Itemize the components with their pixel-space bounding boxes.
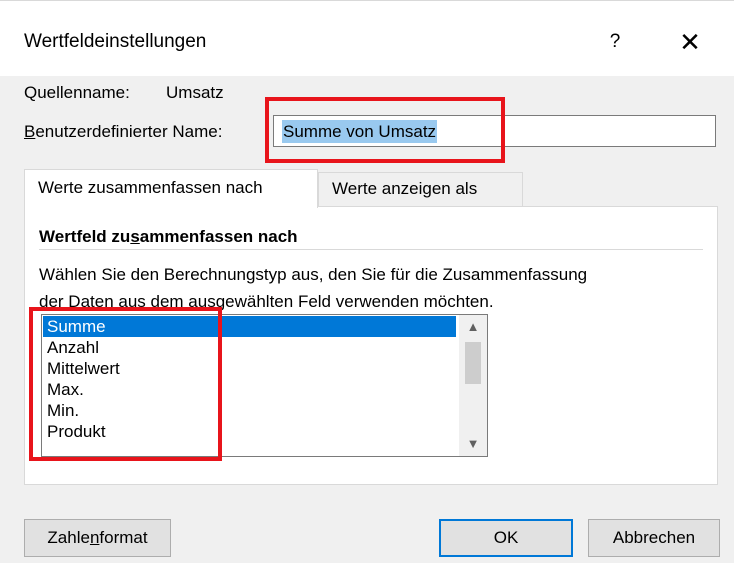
list-item-produkt[interactable]: Produkt	[43, 421, 456, 442]
help-button[interactable]: ?	[600, 25, 630, 59]
section-divider	[39, 249, 703, 250]
list-scrollbar[interactable]: ▲ ▼	[459, 315, 487, 456]
number-format-accesskey: n	[89, 528, 100, 547]
section-title-part1: Wertfeld zu	[39, 227, 131, 246]
list-item-max[interactable]: Max.	[43, 379, 456, 400]
list-item-anzahl[interactable]: Anzahl	[43, 337, 456, 358]
tab-summarize-by[interactable]: Werte zusammenfassen nach	[24, 169, 318, 208]
custom-name-value: Summe von Umsatz	[282, 120, 438, 143]
list-item-mittelwert[interactable]: Mittelwert	[43, 358, 456, 379]
list-item-summe[interactable]: Summe	[43, 316, 456, 337]
source-name-value: Umsatz	[166, 83, 224, 102]
section-title-accesskey: s	[130, 227, 140, 246]
custom-name-label: Benutzerdefinierter Name:	[24, 122, 222, 142]
dialog-title: Wertfeldeinstellungen	[24, 31, 207, 52]
description-line-1: Wählen Sie den Berechnungstyp aus, den S…	[39, 265, 588, 284]
section-title: Wertfeld zusammenfassen nach	[39, 227, 298, 247]
number-format-button[interactable]: Zahlenformat	[24, 519, 171, 557]
cancel-button[interactable]: Abbrechen	[588, 519, 720, 557]
tab-show-values-as[interactable]: Werte anzeigen als	[318, 172, 523, 206]
dialog-titlebar: Wertfeldeinstellungen ? ✕	[0, 0, 734, 76]
number-format-label-part2: format	[99, 528, 148, 547]
source-name-label: Quellenname:	[24, 83, 130, 102]
custom-name-input[interactable]: Summe von Umsatz	[273, 115, 716, 147]
tab-panel: Wertfeld zusammenfassen nach Wählen Sie …	[24, 206, 718, 485]
section-title-part2: ammenfassen nach	[139, 227, 298, 246]
calculation-type-list[interactable]: Summe Anzahl Mittelwert Max. Min. Produk…	[41, 314, 488, 457]
list-item-min[interactable]: Min.	[43, 400, 456, 421]
number-format-label-part1: Zahle	[47, 528, 90, 547]
scroll-up-icon[interactable]: ▲	[459, 315, 487, 339]
section-description: Wählen Sie den Berechnungstyp aus, den S…	[39, 261, 709, 315]
close-icon[interactable]: ✕	[670, 25, 710, 59]
custom-name-label-accesskey: B	[24, 122, 36, 141]
scroll-thumb[interactable]	[465, 342, 481, 384]
ok-button[interactable]: OK	[439, 519, 573, 557]
description-line-2: der Daten aus dem ausgewählten Feld verw…	[39, 292, 494, 311]
custom-name-label-text: enutzerdefinierter Name:	[35, 122, 223, 141]
scroll-down-icon[interactable]: ▼	[459, 432, 487, 456]
